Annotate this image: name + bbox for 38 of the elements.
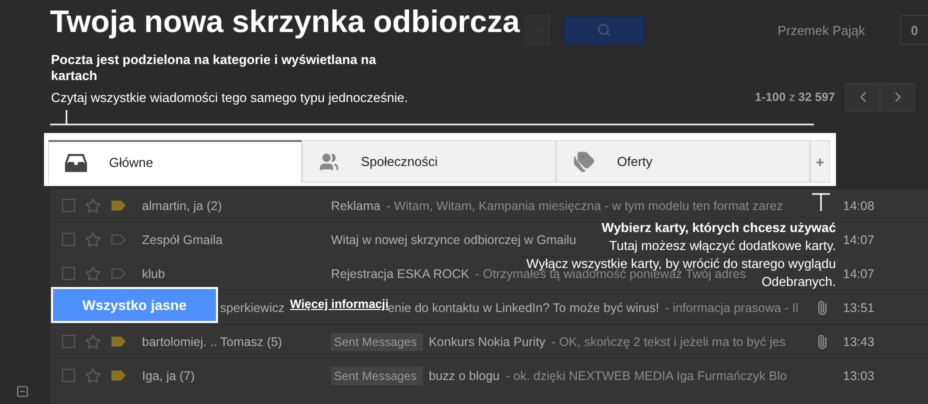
message-sender: sperkiewicz [220, 300, 285, 314]
user-name[interactable]: Przemek Pająk [778, 22, 865, 38]
message-sender: Zespół Gmaila [142, 232, 224, 246]
message-sender: klub [142, 266, 166, 280]
message-time: 13:43 [843, 334, 876, 348]
message-sender: almartin, ja (2) [142, 198, 223, 212]
message-subject: Konkurs Nokia Purity [428, 334, 546, 348]
message-range: 1-100 z 32 597 [754, 90, 835, 104]
message-label: Sent Messages [331, 332, 423, 350]
message-subject: Witaj w nowej skrzynce odbiorczej w Gmailu [331, 232, 576, 246]
tip-text: Tutaj możesz włączyć dodatkowe karty. [609, 237, 836, 255]
message-sender: Iga, ja (7) [142, 368, 196, 382]
message-snippet: - OK, skończę 2 tekst i jeżeli ma to być jes [551, 334, 786, 348]
category-tab[interactable]: Główne [48, 140, 302, 183]
tip-heading: Wybierz karty, których chcesz używać [602, 219, 836, 237]
message-subject: Rejestracja ESKA ROCK [331, 266, 470, 280]
message-time: 14:08 [843, 198, 876, 212]
tip-text: Odebranych. [762, 273, 836, 291]
message-subject: Reklama [331, 198, 380, 212]
message-time: 14:07 [843, 232, 876, 246]
message-snippet: - Witam, Witam, Kampania miesięczna - w tym modelu ten format zarez [386, 198, 783, 212]
message-label: Sent Messages [331, 366, 423, 384]
message-sender: bartolomiej. .. Tomasz (5) [142, 334, 284, 348]
overlay-title: Twoja nowa skrzynka odbiorcza [50, 4, 520, 40]
message-time: 14:07 [843, 266, 876, 280]
message-time: 13:51 [843, 300, 876, 314]
message-subject: buzz o blogu [428, 368, 500, 382]
category-tab[interactable]: Oferty [556, 140, 810, 183]
message-time: 13:03 [843, 368, 876, 382]
message-snippet: - ok. dzięki NEXTWEB MEDIA Iga Furmańczyk Blo [506, 368, 787, 382]
overlay-description: Czytaj wszystkie wiadomości tego samego typu jednocześnie. [51, 90, 408, 105]
overlay-heading: Poczta jest podzielona na kategorie i wyświetlana na kartach [51, 52, 378, 84]
add-tab-button[interactable]: + [810, 140, 830, 183]
message-snippet: - informacja prasowa - Il [665, 300, 798, 314]
notification-count[interactable]: 0 [900, 15, 928, 45]
more-info-link[interactable]: Więcej informacji [290, 297, 389, 311]
category-tab[interactable]: Społeczności [302, 140, 556, 183]
message-subject: enie do kontaktu w LinkedIn? To może być wirus! [388, 300, 660, 314]
